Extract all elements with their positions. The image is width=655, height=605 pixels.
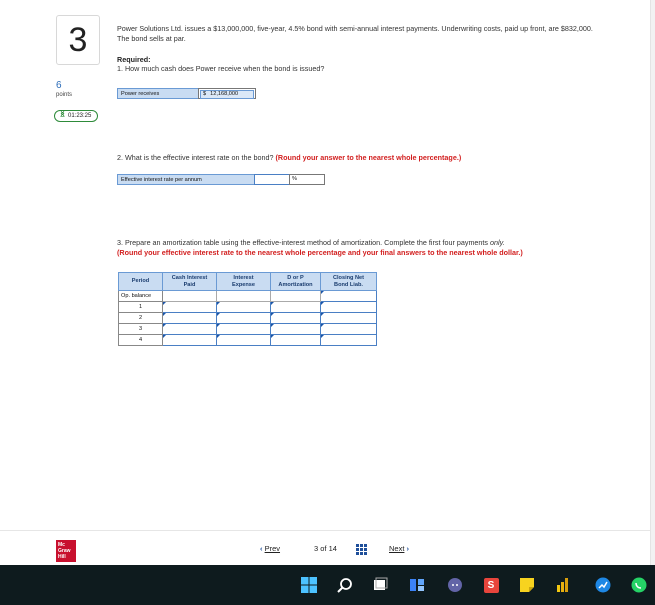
- interest-expense-input[interactable]: [216, 312, 271, 324]
- table-row: 3: [118, 323, 377, 335]
- header-period: Period: [118, 272, 163, 291]
- question-2-instruction: (Round your answer to the nearest whole …: [275, 153, 462, 162]
- amortization-input[interactable]: [270, 323, 321, 335]
- app-s-icon[interactable]: S: [482, 576, 500, 594]
- next-button[interactable]: Next ›: [389, 544, 409, 553]
- header-interest-expense: Interest Expense: [216, 272, 271, 291]
- task-view-icon[interactable]: [372, 576, 390, 594]
- effective-rate-label: Effective interest rate per annum: [117, 174, 255, 185]
- table-cell-blank: [162, 290, 217, 302]
- interest-expense-input[interactable]: [216, 334, 271, 346]
- closing-liability-input[interactable]: [320, 301, 377, 313]
- hourglass-icon: [59, 110, 66, 122]
- question-number: 3: [56, 15, 100, 65]
- closing-liability-input[interactable]: [320, 290, 377, 302]
- period-label: 4: [118, 334, 163, 346]
- header-amortization: D or P Amortization: [270, 272, 321, 291]
- prev-button[interactable]: ‹ Prev: [260, 544, 280, 553]
- teams-chat-icon[interactable]: [446, 576, 464, 594]
- table-row: 2: [118, 312, 377, 324]
- header-cash-interest: Cash Interest Paid: [162, 272, 217, 291]
- sticky-notes-icon[interactable]: [518, 576, 536, 594]
- effective-rate-input[interactable]: [254, 174, 290, 185]
- question-3-text: 3. Prepare an amortization table using t…: [117, 238, 523, 257]
- question-text: Power Solutions Ltd. issues a $13,000,00…: [117, 24, 593, 43]
- table-cell-blank: [270, 290, 321, 302]
- period-label: 2: [118, 312, 163, 324]
- mcgraw-hill-logo: Mc Graw Hill: [56, 540, 76, 562]
- interest-expense-input[interactable]: [216, 323, 271, 335]
- table-cell-blank: [216, 290, 271, 302]
- question-2-text: 2. What is the effective interest rate o…: [117, 153, 462, 162]
- assignment-page: 3 6 points 01:23:25 Power Solutions Ltd.…: [0, 0, 650, 565]
- power-receives-field[interactable]: $ 12,168,000: [198, 88, 256, 99]
- period-label: 1: [118, 301, 163, 313]
- page-counter: 3 of 14: [314, 544, 337, 553]
- cash-interest-input[interactable]: [162, 334, 217, 346]
- cash-interest-input[interactable]: [162, 312, 217, 324]
- whatsapp-icon[interactable]: [630, 576, 648, 594]
- chevron-right-icon: ›: [406, 544, 410, 553]
- power-bi-icon[interactable]: [554, 576, 572, 594]
- closing-liability-input[interactable]: [320, 312, 377, 324]
- closing-liability-input[interactable]: [320, 323, 377, 335]
- timer-badge[interactable]: 01:23:25: [54, 110, 98, 122]
- currency-symbol: $: [203, 91, 207, 97]
- table-row: 4: [118, 334, 377, 346]
- points-label: points: [56, 92, 73, 98]
- cash-interest-input[interactable]: [162, 323, 217, 335]
- table-row: Op. balance: [118, 290, 377, 302]
- cash-interest-input[interactable]: [162, 301, 217, 313]
- search-icon[interactable]: [336, 576, 354, 594]
- period-label: 3: [118, 323, 163, 335]
- question-grid-icon[interactable]: [356, 544, 367, 555]
- windows-start-icon[interactable]: [300, 576, 318, 594]
- amortization-input[interactable]: [270, 301, 321, 313]
- points-value: 6: [56, 80, 62, 91]
- percent-unit: %: [289, 174, 325, 185]
- amortization-input[interactable]: [270, 334, 321, 346]
- chart-app-icon[interactable]: [594, 576, 612, 594]
- timer-text: 01:23:25: [68, 113, 92, 119]
- table-row: 1: [118, 301, 377, 313]
- power-receives-value: 12,168,000: [210, 91, 239, 97]
- amortization-table: Period Cash Interest Paid Interest Expense…: [118, 272, 377, 346]
- page-scrollbar[interactable]: [650, 0, 655, 565]
- requirement-1-text: 1. How much cash does Power receive when…: [117, 64, 325, 73]
- required-title: Required:: [117, 55, 151, 64]
- question-3-instruction: (Round your effective interest rate to t…: [117, 247, 523, 257]
- interest-expense-input[interactable]: [216, 301, 271, 313]
- amortization-input[interactable]: [270, 312, 321, 324]
- header-closing-liability: Closing Net Bond Liab.: [320, 272, 377, 291]
- closing-liability-input[interactable]: [320, 334, 377, 346]
- power-receives-label: Power receives: [117, 88, 199, 99]
- chevron-left-icon: ‹: [260, 544, 263, 553]
- period-label: Op. balance: [118, 290, 163, 302]
- widgets-icon[interactable]: [408, 576, 426, 594]
